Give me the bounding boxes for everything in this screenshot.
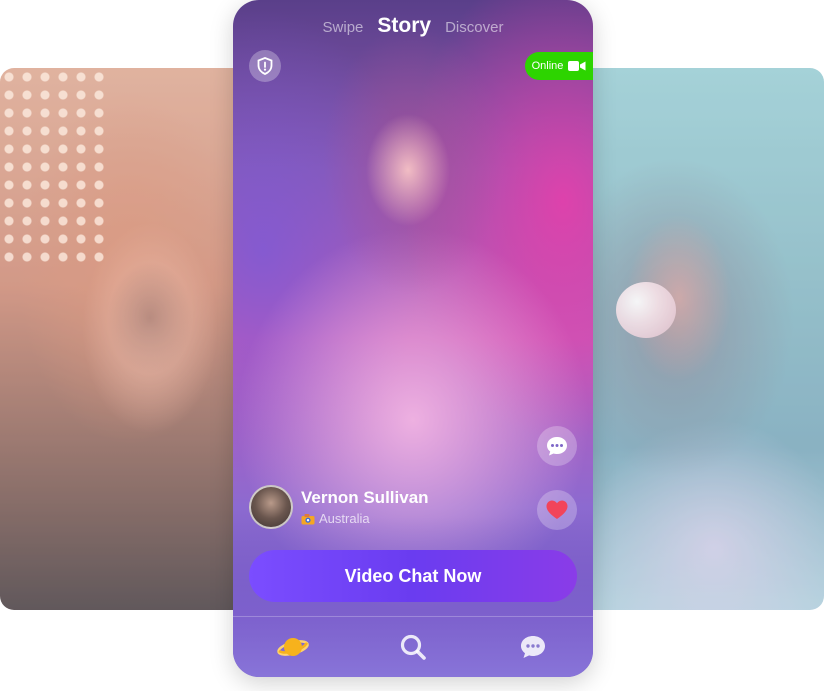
chat-bubble-icon [547, 437, 567, 456]
like-button[interactable] [537, 490, 577, 530]
tab-discover[interactable]: Discover [445, 19, 503, 36]
search-icon [400, 634, 426, 660]
top-tabs: Swipe Story Discover [233, 14, 593, 38]
profile-name: Vernon Sullivan [301, 488, 429, 507]
phone-screen: Swipe Story Discover Online Vernon Sulli… [233, 0, 593, 677]
avatar[interactable] [249, 485, 293, 529]
message-icon [521, 636, 545, 658]
nav-item-explore[interactable] [273, 627, 313, 667]
bubblegum-bubble [616, 282, 676, 338]
online-label: Online [531, 60, 564, 72]
video-camera-icon [568, 61, 586, 71]
profile-summary[interactable]: Vernon Sullivan Australia [249, 485, 429, 529]
online-status-badge[interactable]: Online [525, 52, 593, 80]
nav-item-search[interactable] [393, 627, 433, 667]
camera-emoji-icon [301, 513, 315, 524]
profile-location: Australia [301, 511, 429, 526]
heart-icon [546, 500, 568, 519]
location-label: Australia [319, 511, 370, 526]
bokeh-lights [0, 68, 110, 268]
nav-item-messages[interactable] [513, 627, 553, 667]
shield-button[interactable] [249, 50, 281, 82]
planet-icon [277, 638, 309, 656]
tab-story[interactable]: Story [377, 14, 431, 38]
video-chat-now-button[interactable]: Video Chat Now [249, 550, 577, 602]
tab-swipe[interactable]: Swipe [323, 19, 364, 36]
chat-button[interactable] [537, 426, 577, 466]
shield-icon [257, 57, 273, 75]
bottom-nav [233, 616, 593, 677]
